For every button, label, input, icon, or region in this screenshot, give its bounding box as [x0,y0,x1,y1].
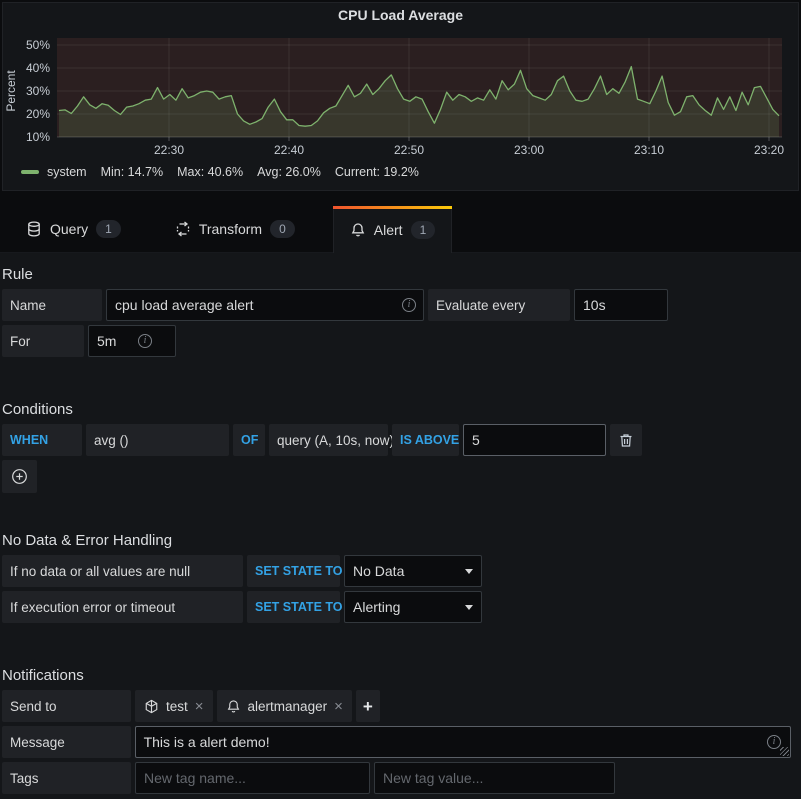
message-row: Message This is a alert demo! i [2,726,795,758]
legend-series-name[interactable]: system [47,165,87,179]
tab-alert-label: Alert [374,222,403,238]
no-data-label: If no data or all values are null [2,555,243,587]
reducer-button[interactable]: avg () [86,424,229,456]
query-part-button[interactable]: query (A, 10s, now) [269,424,388,456]
of-label: OF [233,424,265,456]
error-label: If execution error or timeout [2,591,243,623]
transform-icon [175,221,191,237]
add-condition-button[interactable] [2,460,37,493]
legend-min: Min: 14.7% [101,165,164,179]
remove-channel-icon[interactable]: × [334,699,343,714]
legend-color-dash [21,170,39,174]
tags-row: Tags [2,762,795,794]
svg-text:23:20: 23:20 [754,143,784,157]
chevron-down-icon [465,605,473,610]
svg-text:10%: 10% [26,130,50,144]
svg-text:22:50: 22:50 [394,143,424,157]
error-row: If execution error or timeout SET STATE … [2,591,795,623]
tab-alert-count: 1 [411,221,436,239]
cpu-load-chart[interactable]: 10% 20% 30% 40% 50% 22:30 22:40 22:50 23:00 23:10… [3,25,798,165]
svg-text:20%: 20% [26,107,50,121]
no-data-state-value: No Data [353,563,404,579]
send-to-label: Send to [2,690,131,722]
chart-legend: system Min: 14.7% Max: 40.6% Avg: 26.0% … [21,165,433,179]
channel-name: alertmanager [248,699,328,714]
when-button[interactable]: WHEN [2,424,82,456]
trash-icon [619,433,633,448]
remove-channel-icon[interactable]: × [195,699,204,714]
tab-query-label: Query [50,221,88,237]
evaluate-every-label: Evaluate every [428,289,570,321]
error-state-value: Alerting [353,599,400,615]
svg-text:40%: 40% [26,61,50,75]
rule-name-input[interactable] [106,289,424,321]
tab-query[interactable]: Query 1 [10,206,137,252]
no-data-state-select[interactable]: No Data [344,555,482,587]
alert-tab-content: Rule Name i Evaluate every For i Conditi… [0,253,801,799]
grafana-panel-edit: CPU Load Average 10% 20% 30% 40% 50% 22:30 22:… [0,0,801,799]
channel-chip-test: test × [135,690,213,722]
legend-current: Current: 19.2% [335,165,419,179]
database-icon [26,221,42,237]
svg-text:50%: 50% [26,38,50,52]
no-data-heading: No Data & Error Handling [2,531,795,551]
bell-icon [226,699,241,714]
condition-row: WHEN avg () OF query (A, 10s, now) IS AB… [2,424,795,456]
tab-alert[interactable]: Alert 1 [333,206,452,253]
evaluate-every-input[interactable] [574,289,668,321]
cube-icon [144,699,159,714]
evaluator-button[interactable]: IS ABOVE [392,424,459,456]
svg-text:30%: 30% [26,84,50,98]
tag-name-input[interactable] [135,762,370,794]
channel-chip-alertmanager: alertmanager × [217,690,352,722]
svg-text:23:10: 23:10 [634,143,664,157]
conditions-heading: Conditions [2,400,795,420]
no-data-row: If no data or all values are null SET ST… [2,555,795,587]
send-to-row: Send to test × alertmanager × + [2,690,795,722]
set-state-label: SET STATE TO [247,591,340,623]
channel-name: test [166,699,188,714]
chevron-down-icon [465,569,473,574]
tab-transform-count: 0 [270,220,295,238]
info-icon: i [138,334,152,348]
bell-icon [350,222,366,238]
message-label: Message [2,726,131,758]
plus-icon: + [363,698,373,715]
legend-avg: Avg: 26.0% [257,165,321,179]
editor-tabbar: Query 1 Transform 0 Alert 1 [0,191,801,253]
for-label: For [2,325,84,357]
rule-row-1: Name i Evaluate every [2,289,795,321]
delete-condition-button[interactable] [610,424,642,456]
for-input[interactable] [88,325,176,357]
svg-text:22:40: 22:40 [274,143,304,157]
set-state-label: SET STATE TO [247,555,340,587]
rule-heading: Rule [2,265,795,285]
error-state-select[interactable]: Alerting [344,591,482,623]
svg-text:23:00: 23:00 [514,143,544,157]
info-icon: i [402,298,416,312]
threshold-input[interactable] [463,424,606,456]
svg-text:Percent: Percent [4,70,18,112]
name-label: Name [2,289,102,321]
add-condition-row [2,460,795,493]
tag-value-input[interactable] [374,762,615,794]
tab-transform[interactable]: Transform 0 [159,206,311,252]
message-textarea[interactable]: This is a alert demo! [135,726,791,758]
cpu-load-panel: CPU Load Average 10% 20% 30% 40% 50% 22:30 22:… [2,2,799,191]
tags-label: Tags [2,762,131,794]
legend-max: Max: 40.6% [177,165,243,179]
panel-title: CPU Load Average [3,7,798,23]
svg-text:22:30: 22:30 [154,143,184,157]
info-icon: i [767,735,781,749]
notifications-heading: Notifications [2,666,795,686]
add-channel-button[interactable]: + [356,690,380,722]
rule-row-2: For i [2,325,795,357]
plus-circle-icon [11,468,28,485]
tab-query-count: 1 [96,220,121,238]
tab-transform-label: Transform [199,221,262,237]
